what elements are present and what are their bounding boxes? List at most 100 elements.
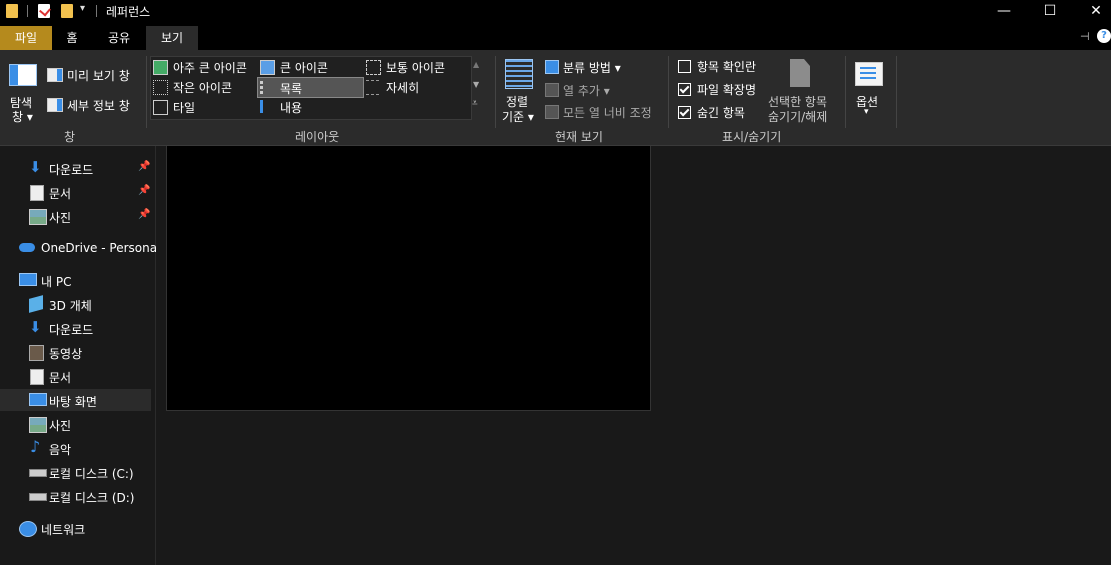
help-icon[interactable]: ? (1097, 29, 1111, 43)
sidebar-item-3d-objects[interactable]: 3D 개체 (0, 293, 151, 315)
film-icon (29, 345, 44, 361)
drive-icon (29, 493, 47, 501)
pictures-icon (29, 417, 47, 433)
add-columns-button[interactable]: 열 추가 ▾ (563, 82, 610, 99)
pin-icon: 📌 (138, 209, 151, 220)
layout-group-label: 레이아웃 (295, 130, 340, 144)
music-note-icon: ♪ (30, 437, 41, 456)
sidebar-item-partial (0, 146, 151, 152)
file-extensions-checkbox[interactable] (678, 83, 691, 96)
list-icon (260, 81, 276, 94)
sidebar-item-this-pc[interactable]: 내 PC (0, 269, 151, 291)
show-hide-group-label: 표시/숨기기 (722, 130, 782, 144)
sidebar-item-pictures[interactable]: 사진 (0, 413, 151, 435)
new-folder-icon[interactable] (61, 4, 73, 18)
tab-view[interactable]: 보기 (146, 26, 198, 50)
sidebar-item-onedrive[interactable]: OneDrive - Personal (0, 237, 160, 259)
preview-pane (166, 146, 651, 411)
pin-icon: 📌 (138, 161, 151, 172)
small-icons-icon (153, 80, 168, 95)
preview-pane-button[interactable]: 미리 보기 창 (67, 67, 130, 84)
details-pane-icon (47, 98, 63, 112)
pane-group-label: 창 (64, 130, 76, 144)
medium-icons-icon (366, 60, 381, 75)
separator (27, 5, 28, 17)
tiles-icon (153, 100, 168, 115)
pin-ribbon-icon[interactable]: ⊣ (1080, 30, 1090, 43)
sidebar-item-desktop[interactable]: 바탕 화면 (0, 389, 151, 411)
fit-columns-icon (545, 105, 559, 119)
sidebar-item-quick-documents[interactable]: 문서 📌 (0, 181, 151, 203)
fit-columns-button[interactable]: 모든 열 너비 조정 (563, 104, 652, 121)
group-by-button[interactable]: 분류 방법 ▾ (563, 59, 621, 76)
tab-share[interactable]: 공유 (96, 26, 142, 50)
separator (96, 5, 97, 17)
navigation-pane-icon[interactable] (9, 64, 37, 86)
content-icon (260, 100, 276, 113)
layout-content[interactable]: 내용 (258, 97, 362, 116)
group-separator (146, 56, 147, 128)
sidebar-item-network[interactable]: 네트워크 (0, 517, 151, 539)
preview-pane-icon (47, 68, 63, 82)
group-separator (668, 56, 669, 128)
pin-icon: 📌 (138, 185, 151, 196)
layout-list[interactable]: 목록 (257, 77, 364, 98)
computer-icon (19, 273, 37, 286)
close-button[interactable]: ✕ (1073, 0, 1111, 22)
sidebar-item-documents[interactable]: 문서 (0, 365, 151, 387)
layout-large-icons[interactable]: 큰 아이콘 (258, 57, 362, 76)
tab-file[interactable]: 파일 (0, 26, 52, 50)
document-icon (30, 369, 44, 385)
sort-by-dropdown[interactable]: 기준 ▾ (502, 108, 534, 125)
document-icon (30, 185, 44, 201)
gallery-scroll-down-icon[interactable]: ▼ (473, 80, 479, 89)
sidebar-item-videos[interactable]: 동영상 (0, 341, 151, 363)
minimize-button[interactable]: — (981, 0, 1027, 22)
drive-icon (29, 469, 47, 477)
properties-icon[interactable] (38, 4, 50, 18)
item-checkboxes-checkbox[interactable] (678, 60, 691, 73)
layout-tiles[interactable]: 타일 (151, 97, 255, 116)
ribbon: 탐색 창 ▾ 미리 보기 창 세부 정보 창 창 아주 큰 아이콘 큰 아이콘 … (0, 50, 1111, 146)
download-icon: ⬇ (29, 318, 42, 336)
ribbon-tabs: 파일 홈 공유 보기 ⊣ ? (0, 22, 1111, 50)
current-view-group-label: 현재 보기 (555, 130, 603, 144)
hide-selected-items-icon[interactable] (790, 59, 810, 87)
details-pane-button[interactable]: 세부 정보 창 (67, 97, 130, 114)
options-icon[interactable] (855, 62, 883, 86)
hidden-items-label[interactable]: 숨긴 항목 (697, 104, 745, 121)
sidebar-item-quick-pictures[interactable]: 사진 📌 (0, 205, 151, 227)
layout-details[interactable]: 자세히 (364, 77, 468, 96)
layout-extra-large-icons[interactable]: 아주 큰 아이콘 (151, 57, 255, 76)
sidebar-item-music[interactable]: ♪ 음악 (0, 437, 151, 459)
item-checkboxes-label[interactable]: 항목 확인란 (697, 58, 756, 75)
cloud-icon (19, 243, 35, 252)
sidebar-item-quick-downloads[interactable]: ⬇ 다운로드 📌 (0, 157, 151, 179)
group-separator (495, 56, 496, 128)
download-icon: ⬇ (29, 158, 42, 176)
hide-selected-label-line2[interactable]: 숨기기/해제 (768, 108, 827, 125)
navigation-pane: ⬇ 다운로드 📌 문서 📌 사진 📌 OneDrive - Personal 내… (0, 146, 160, 565)
layout-small-icons[interactable]: 작은 아이콘 (151, 77, 255, 96)
add-columns-icon (545, 83, 559, 97)
sidebar-item-downloads[interactable]: ⬇ 다운로드 (0, 317, 151, 339)
extra-large-icons-icon (153, 60, 168, 75)
window-title: 레퍼런스 (106, 5, 151, 19)
maximize-button[interactable]: ☐ (1027, 0, 1073, 22)
group-separator (896, 56, 897, 128)
large-icons-icon (260, 60, 275, 75)
hidden-items-checkbox[interactable] (678, 106, 691, 119)
options-dropdown-icon[interactable]: ▾ (864, 107, 869, 117)
sort-by-icon[interactable] (505, 59, 533, 89)
sidebar-item-local-disk-d[interactable]: 로컬 디스크 (D:) (0, 485, 151, 507)
title-bar: ▾ 레퍼런스 — ☐ ✕ (0, 0, 1111, 22)
group-separator (845, 56, 846, 128)
sidebar-item-local-disk-c[interactable]: 로컬 디스크 (C:) (0, 461, 151, 483)
quick-access-dropdown-icon[interactable]: ▾ (80, 3, 85, 14)
gallery-scroll-up-icon[interactable]: ▲ (473, 60, 479, 69)
layout-medium-icons[interactable]: 보통 아이콘 (364, 57, 468, 76)
file-extensions-label[interactable]: 파일 확장명 (697, 81, 756, 98)
tab-home[interactable]: 홈 (52, 26, 92, 50)
navigation-pane-dropdown[interactable]: 창 ▾ (12, 108, 33, 125)
gallery-more-icon[interactable]: ⩡ (472, 98, 478, 109)
